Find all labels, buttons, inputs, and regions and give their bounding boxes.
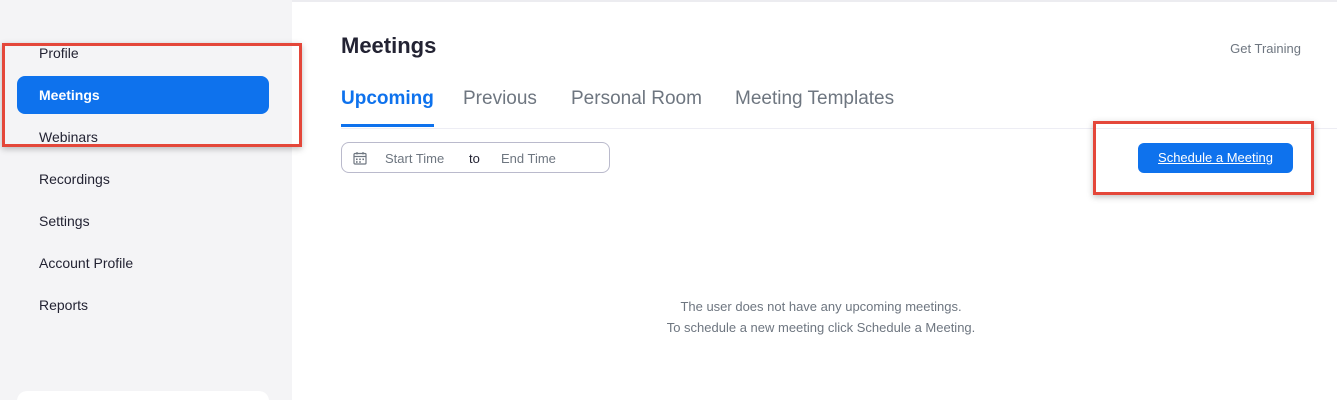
empty-state-message: The user does not have any upcoming meet… [560, 296, 1082, 338]
empty-state-line-1: The user does not have any upcoming meet… [680, 299, 962, 314]
tab-previous[interactable]: Previous [463, 88, 537, 127]
get-training-link[interactable]: Get Training [1230, 41, 1301, 56]
sidebar-item-reports[interactable]: Reports [17, 286, 269, 324]
date-range-picker[interactable]: Start Time to End Time [341, 142, 610, 173]
start-time-field[interactable]: Start Time [385, 151, 444, 166]
sidebar-item-label: Reports [39, 297, 89, 313]
date-range-separator: to [469, 151, 480, 166]
tab-personal-room[interactable]: Personal Room [571, 88, 702, 127]
sidebar-item-recordings[interactable]: Recordings [17, 160, 269, 198]
page-title: Meetings [341, 33, 437, 58]
highlight-box-schedule [1093, 121, 1314, 195]
tab-meeting-templates[interactable]: Meeting Templates [735, 88, 894, 127]
sidebar-bottom-card [17, 391, 269, 400]
zoom-meetings-page: Profile Meetings Webinars Recordings Set… [0, 0, 1337, 400]
top-divider [292, 0, 1337, 2]
calendar-icon [353, 151, 367, 168]
highlight-box-meetings [2, 43, 302, 147]
sidebar-item-label: Account Profile [39, 255, 134, 271]
end-time-field[interactable]: End Time [501, 151, 556, 166]
sidebar-item-label: Recordings [39, 171, 110, 187]
sidebar-item-settings[interactable]: Settings [17, 202, 269, 240]
empty-state-line-2: To schedule a new meeting click Schedule… [666, 320, 976, 335]
sidebar-item-label: Settings [39, 213, 90, 229]
sidebar-item-account-profile[interactable]: Account Profile [17, 244, 269, 282]
tab-upcoming[interactable]: Upcoming [341, 88, 434, 127]
